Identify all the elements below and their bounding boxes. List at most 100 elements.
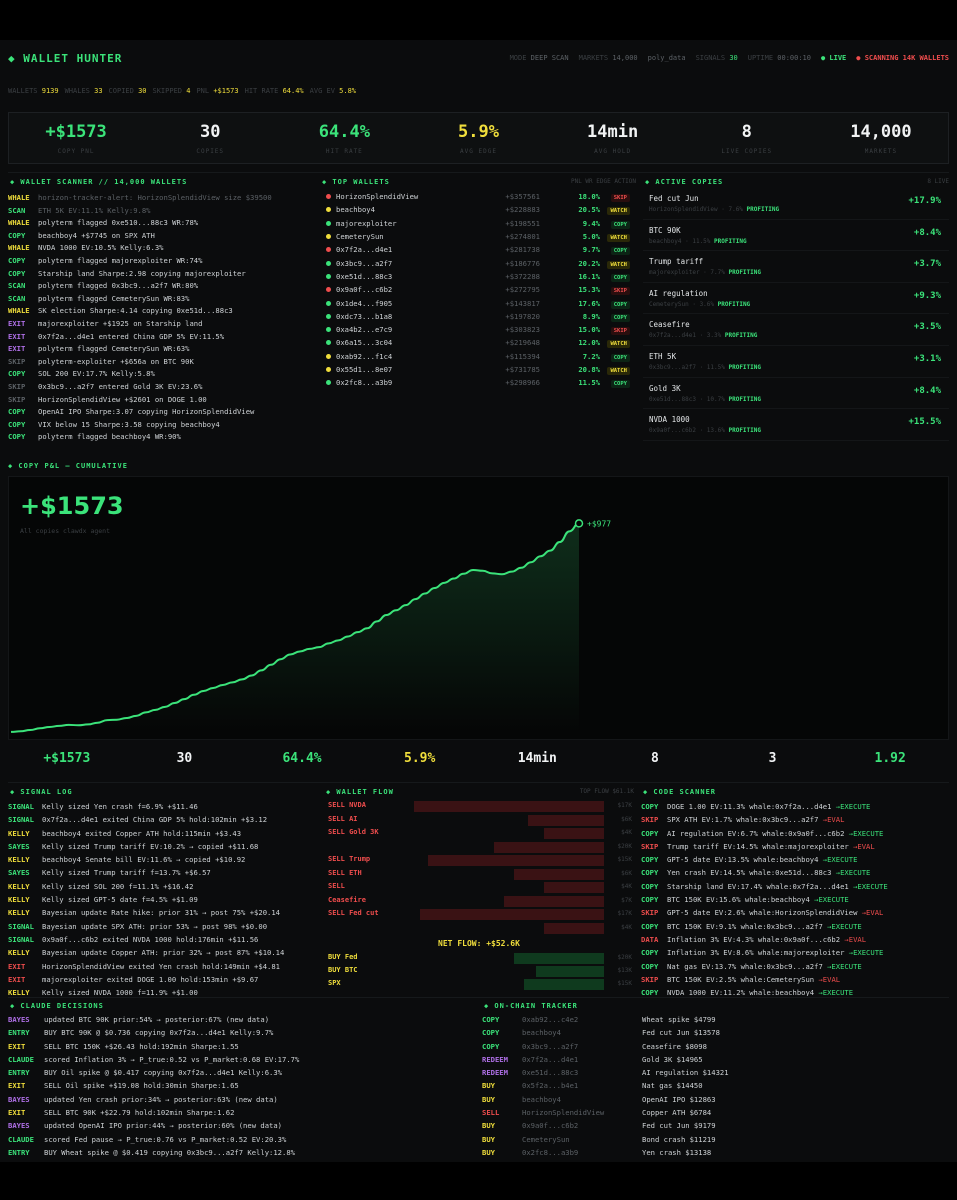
claude-decisions-log[interactable]: BAYES updated BTC 90K prior:54% → posteri… bbox=[8, 1013, 476, 1158]
action-badge[interactable]: COPY bbox=[610, 300, 630, 309]
decision-line[interactable]: ENTRY BUY Oil spike @ $0.417 copying 0x7f… bbox=[8, 1066, 476, 1079]
action-badge[interactable]: COPY bbox=[610, 313, 630, 322]
code-line[interactable]: SKIP BTC 150K EV:2.5% whale:CemeterySun →… bbox=[641, 973, 949, 986]
code-line[interactable]: SKIP SPX ATH EV:1.7% whale:0x3bc9...a2f7 … bbox=[641, 813, 949, 826]
decision-line[interactable]: CLAUDE scored Fed pause → P_true:0.76 vs … bbox=[8, 1133, 476, 1146]
code-line[interactable]: COPY Inflation 3% EV:8.6% whale:majorexpl… bbox=[641, 946, 949, 959]
scanner-line[interactable]: COPY VIX below 15 Sharpe:3.58 copying bea… bbox=[8, 419, 314, 432]
scanner-line[interactable]: COPY SOL 200 EV:17.7% Kelly:5.8% bbox=[8, 368, 314, 381]
wallet-row[interactable]: majorexploiter +$198551 9.4% COPY bbox=[320, 217, 636, 230]
wallet-row[interactable]: 0x7f2a...d4e1 +$281738 9.7% COPY bbox=[320, 243, 636, 256]
decision-line[interactable]: BAYES updated OpenAI IPO prior:44% → post… bbox=[8, 1119, 476, 1132]
signal-line[interactable]: SAYES Kelly sized Trump tariff EV:10.2% →… bbox=[8, 840, 316, 853]
active-copy-item[interactable]: Gold 3K 0xe51d...88c3 · 10.7% PROFITING +8… bbox=[643, 378, 949, 410]
active-copy-item[interactable]: AI regulation CemeterySun · 3.6% PROFITIN… bbox=[643, 283, 949, 315]
active-copy-item[interactable]: NVDA 1000 0x9a0f...c6b2 · 13.6% PROFITING… bbox=[643, 409, 949, 441]
wallet-row[interactable]: 0x1de4...f905 +$143817 17.6% COPY bbox=[320, 296, 636, 309]
wallet-name[interactable]: 0x55d1...8e07 bbox=[336, 365, 392, 374]
action-badge[interactable]: WATCH bbox=[607, 260, 630, 269]
signal-line[interactable]: EXIT HorizonSplendidView exited Yen crash… bbox=[8, 960, 316, 973]
action-badge[interactable]: COPY bbox=[610, 380, 630, 389]
wallet-name[interactable]: 0x6a15...3c04 bbox=[336, 338, 392, 347]
action-badge[interactable]: COPY bbox=[610, 273, 630, 282]
scanner-line[interactable]: EXIT 0x7f2a...d4e1 entered China GDP 5% E… bbox=[8, 331, 314, 344]
decision-line[interactable]: EXIT SELL BTC 150K +$26.43 hold:192min Sh… bbox=[8, 1040, 476, 1053]
code-line[interactable]: SKIP Trump tariff EV:14.5% whale:majorexp… bbox=[641, 840, 949, 853]
wallet-row[interactable]: 0xa4b2...e7c9 +$303823 15.0% SKIP bbox=[320, 323, 636, 336]
decision-line[interactable]: BAYES updated BTC 90K prior:54% → posteri… bbox=[8, 1013, 476, 1026]
code-line[interactable]: COPY Yen crash EV:14.5% whale:0xe51d...88… bbox=[641, 866, 949, 879]
onchain-line[interactable]: COPY 0x3bc9...a2f7 Ceasefire $8098 bbox=[482, 1040, 949, 1053]
decision-line[interactable]: ENTRY BUY BTC 90K @ $0.736 copying 0x7f2a… bbox=[8, 1026, 476, 1039]
wallet-name[interactable]: 0xa4b2...e7c9 bbox=[336, 325, 392, 334]
action-badge[interactable]: WATCH bbox=[607, 367, 630, 375]
decision-line[interactable]: BAYES updated Yen crash prior:34% → poste… bbox=[8, 1093, 476, 1106]
wallet-row[interactable]: beachboy4 +$228883 20.5% WATCH bbox=[320, 203, 636, 216]
signal-line[interactable]: KELLY Kelly sized SOL 200 f=11.1% +$16.42 bbox=[8, 880, 316, 893]
onchain-line[interactable]: BUY 0x9a0f...c6b2 Fed cut Jun $9179 bbox=[482, 1119, 949, 1132]
wallet-name[interactable]: 0x3bc9...a2f7 bbox=[336, 259, 392, 268]
wallet-row[interactable]: 0x6a15...3c04 +$219648 12.0% WATCH bbox=[320, 336, 636, 349]
wallet-name[interactable]: majorexploiter bbox=[336, 219, 397, 228]
wallet-name[interactable]: 0xab92...f1c4 bbox=[336, 352, 392, 361]
active-copy-item[interactable]: ETH 5K 0x3bc9...a2f7 · 11.5% PROFITING +3.… bbox=[643, 346, 949, 378]
scanner-line[interactable]: SKIP 0x3bc9...a2f7 entered Gold 3K EV:23.… bbox=[8, 381, 314, 394]
onchain-line[interactable]: REDEEM 0x7f2a...d4e1 Gold 3K $14965 bbox=[482, 1053, 949, 1066]
signal-line[interactable]: EXIT majorexploiter exited DOGE 1.00 hold… bbox=[8, 973, 316, 986]
onchain-line[interactable]: BUY beachboy4 OpenAI IPO $12863 bbox=[482, 1093, 949, 1106]
active-copy-item[interactable]: Trump tariff majorexploiter · 7.7% PROFIT… bbox=[643, 251, 949, 283]
wallet-row[interactable]: 0x2fc8...a3b9 +$298966 11.5% COPY bbox=[320, 376, 636, 389]
wallet-row[interactable]: 0xab92...f1c4 +$115394 7.2% COPY bbox=[320, 350, 636, 363]
onchain-tracker-log[interactable]: COPY 0xab92...c4e2 Wheat spike $4799 COPY be… bbox=[482, 1013, 949, 1158]
onchain-line[interactable]: REDEEM 0xe51d...88c3 AI regulation $14321 bbox=[482, 1066, 949, 1079]
code-scanner-log[interactable]: COPY DOGE 1.00 EV:11.3% whale:0x7f2a...d4… bbox=[641, 800, 949, 996]
signal-log[interactable]: SIGNAL Kelly sized Yen crash f=6.9% +$11.… bbox=[8, 800, 316, 996]
wallet-name[interactable]: 0x1de4...f905 bbox=[336, 299, 392, 308]
decision-line[interactable]: EXIT SELL Oil spike +$19.08 hold:30min Sh… bbox=[8, 1079, 476, 1092]
action-badge[interactable]: WATCH bbox=[607, 340, 630, 349]
action-badge[interactable]: WATCH bbox=[607, 207, 630, 216]
scanner-log[interactable]: WHALE horizon-tracker-alert: HorizonSplen… bbox=[8, 192, 314, 444]
scanner-line[interactable]: WHALE horizon-tracker-alert: HorizonSplen… bbox=[8, 192, 314, 205]
signal-line[interactable]: KELLY beachboy4 exited Copper ATH hold:11… bbox=[8, 827, 316, 840]
action-badge[interactable]: COPY bbox=[610, 220, 630, 229]
signal-line[interactable]: KELLY Kelly sized NVDA 1000 f=11.9% +$1.0… bbox=[8, 986, 316, 996]
action-badge[interactable]: SKIP bbox=[610, 194, 630, 203]
code-line[interactable]: COPY GPT-5 date EV:13.5% whale:beachboy4 … bbox=[641, 853, 949, 866]
action-badge[interactable]: COPY bbox=[610, 353, 630, 362]
code-line[interactable]: COPY BTC 150K EV:15.6% whale:beachboy4 →E… bbox=[641, 893, 949, 906]
signal-line[interactable]: SIGNAL Kelly sized Yen crash f=6.9% +$11.… bbox=[8, 800, 316, 813]
scanner-line[interactable]: EXIT polyterm flagged CemeterySun WR:63% bbox=[8, 343, 314, 356]
code-line[interactable]: COPY DOGE 1.00 EV:11.3% whale:0x7f2a...d4… bbox=[641, 800, 949, 813]
code-line[interactable]: COPY Nat gas EV:13.7% whale:0x3bc9...a2f7… bbox=[641, 960, 949, 973]
scanner-line[interactable]: COPY polyterm flagged majorexploiter WR:7… bbox=[8, 255, 314, 268]
scanner-line[interactable]: SKIP HorizonSplendidView +$2601 on DOGE 1… bbox=[8, 394, 314, 407]
signal-line[interactable]: KELLY Bayesian update Rate hike: prior 31… bbox=[8, 906, 316, 919]
scanner-line[interactable]: WHALE NVDA 1000 EV:10.5% Kelly:6.3% bbox=[8, 242, 314, 255]
code-line[interactable]: DATA Inflation 3% EV:4.3% whale:0x9a0f...… bbox=[641, 933, 949, 946]
wallet-name[interactable]: 0xdc73...b1a8 bbox=[336, 312, 392, 321]
onchain-line[interactable]: BUY CemeterySun Bond crash $11219 bbox=[482, 1133, 949, 1146]
wallet-row[interactable]: 0x55d1...8e07 +$731785 20.8% WATCH bbox=[320, 363, 636, 376]
wallet-row[interactable]: 0xdc73...b1a8 +$197820 8.9% COPY bbox=[320, 310, 636, 323]
wallet-name[interactable]: CemeterySun bbox=[336, 232, 384, 241]
onchain-line[interactable]: BUY 0x2fc8...a3b9 Yen crash $13138 bbox=[482, 1146, 949, 1158]
scanner-line[interactable]: COPY OpenAI IPO Sharpe:3.07 copying Horiz… bbox=[8, 406, 314, 419]
onchain-line[interactable]: COPY 0xab92...c4e2 Wheat spike $4799 bbox=[482, 1013, 949, 1026]
scanner-line[interactable]: WHALE polyterm flagged 0xe510...88c3 WR:7… bbox=[8, 217, 314, 230]
wallet-name[interactable]: 0xe51d...88c3 bbox=[336, 272, 392, 281]
decision-line[interactable]: ENTRY BUY Wheat spike @ $0.419 copying 0x… bbox=[8, 1146, 476, 1158]
wallet-name[interactable]: 0x9a0f...c6b2 bbox=[336, 285, 392, 294]
action-badge[interactable]: SKIP bbox=[610, 327, 630, 336]
decision-line[interactable]: EXIT SELL BTC 90K +$22.79 hold:102min Sha… bbox=[8, 1106, 476, 1119]
active-copy-item[interactable]: BTC 90K beachboy4 · 11.5% PROFITING +8.4% bbox=[643, 220, 949, 252]
signal-line[interactable]: SAYES Kelly sized Trump tariff f=13.7% +$… bbox=[8, 866, 316, 879]
signal-line[interactable]: SIGNAL 0x9a0f...c6b2 exited NVDA 1000 hol… bbox=[8, 933, 316, 946]
decision-line[interactable]: CLAUDE scored Inflation 3% → P_true:0.52 … bbox=[8, 1053, 476, 1066]
onchain-line[interactable]: COPY beachboy4 Fed cut Jun $13578 bbox=[482, 1026, 949, 1039]
onchain-line[interactable]: BUY 0x5f2a...b4e1 Nat gas $14450 bbox=[482, 1079, 949, 1092]
scanner-line[interactable]: SCAN ETH 5K EV:11.1% Kelly:9.8% bbox=[8, 205, 314, 218]
scanner-line[interactable]: COPY beachboy4 +$7745 on SPX ATH bbox=[8, 230, 314, 243]
wallet-row[interactable]: HorizonSplendidView +$357561 18.0% SKIP bbox=[320, 190, 636, 203]
action-badge[interactable]: COPY bbox=[610, 247, 630, 256]
